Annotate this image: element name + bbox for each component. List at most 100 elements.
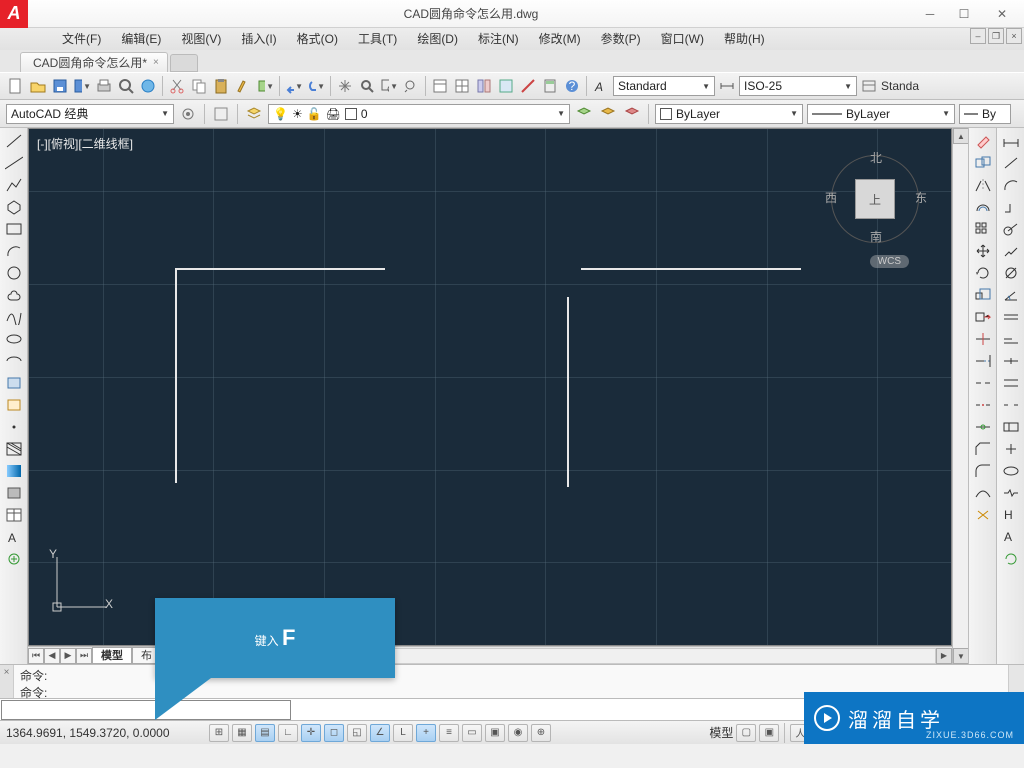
workspace-gear-icon[interactable] [178,104,198,124]
paste-icon[interactable] [211,76,231,96]
lineweight-combo[interactable]: By [959,104,1011,124]
doc-minimize[interactable]: – [970,28,986,44]
menu-file[interactable]: 文件(F) [52,28,111,50]
doc-close[interactable]: × [1006,28,1022,44]
3dosnap-icon[interactable]: ◱ [347,724,367,742]
tolerance-icon[interactable] [1000,418,1022,436]
array-icon[interactable] [972,220,994,238]
blend-icon[interactable] [972,484,994,502]
dim-tedit-icon[interactable]: A [1000,528,1022,546]
rectangle-icon[interactable] [3,220,25,238]
layout-next-icon[interactable]: ▶ [60,648,76,664]
zoom-window-icon[interactable]: ▼ [379,76,399,96]
layout-prev-icon[interactable]: ◀ [44,648,60,664]
layer-iso-icon[interactable] [622,104,642,124]
menu-window[interactable]: 窗口(W) [651,28,714,50]
polygon-icon[interactable] [3,198,25,216]
trim-icon[interactable] [972,330,994,348]
dim-style-icon[interactable] [717,76,737,96]
ducs-icon[interactable]: L [393,724,413,742]
coordinates[interactable]: 1364.9691, 1549.3720, 0.0000 [6,726,206,740]
add-selected-icon[interactable] [3,550,25,568]
lwt-icon[interactable]: ≡ [439,724,459,742]
zoom-prev-icon[interactable] [401,76,421,96]
dyn-icon[interactable]: + [416,724,436,742]
calculator-icon[interactable] [540,76,560,96]
document-tab-close[interactable]: × [153,57,159,68]
viewcube-top[interactable]: 上 [855,179,895,219]
qp-icon[interactable]: ▣ [485,724,505,742]
insert-block-icon[interactable] [3,374,25,392]
copy-icon[interactable] [189,76,209,96]
explode-icon[interactable] [972,506,994,524]
otrack-icon[interactable]: ∠ [370,724,390,742]
menu-edit[interactable]: 编辑(E) [111,28,171,50]
mtext-icon[interactable]: A [3,528,25,546]
viewcube-east[interactable]: 东 [915,189,927,206]
menu-param[interactable]: 参数(P) [591,28,651,50]
hatch-icon[interactable] [3,440,25,458]
dim-linear-icon[interactable] [1000,132,1022,150]
center-mark-icon[interactable] [1000,440,1022,458]
jogged-linear-icon[interactable] [1000,484,1022,502]
extend-icon[interactable] [972,352,994,370]
viewcube-north[interactable]: 北 [831,149,921,166]
menu-modify[interactable]: 修改(M) [529,28,591,50]
design-center-icon[interactable] [496,76,516,96]
move-icon[interactable] [972,242,994,260]
infer-icon[interactable]: ⊞ [209,724,229,742]
dim-arc-icon[interactable] [1000,176,1022,194]
layer-combo[interactable]: 💡 ☀ 🔓 🖨 0 ▼ [268,104,570,124]
workspace-save-icon[interactable] [211,104,231,124]
grid-icon[interactable]: ▤ [255,724,275,742]
linetype-combo[interactable]: ByLayer▼ [807,104,955,124]
offset-icon[interactable] [972,198,994,216]
layer-states-icon[interactable] [574,104,594,124]
am-icon[interactable]: ⊕ [531,724,551,742]
dim-ordinate-icon[interactable] [1000,198,1022,216]
command-input[interactable] [1,700,291,720]
open-icon[interactable] [28,76,48,96]
v-scrollbar[interactable]: ▲▼ [952,128,968,664]
spline-icon[interactable] [3,308,25,326]
layout-quick-icon[interactable]: ▢ [736,724,756,742]
tpy-icon[interactable]: ▭ [462,724,482,742]
menu-view[interactable]: 视图(V) [171,28,231,50]
mirror-icon[interactable] [972,176,994,194]
undo-icon[interactable]: ▼ [284,76,304,96]
dim-update-icon[interactable] [1000,550,1022,568]
menu-format[interactable]: 格式(O) [287,28,348,50]
dim-quick-icon[interactable] [1000,308,1022,326]
line-icon[interactable] [3,132,25,150]
publish-icon[interactable] [138,76,158,96]
rotate-icon[interactable] [972,264,994,282]
redo-icon[interactable]: ▼ [306,76,326,96]
command-close-icon[interactable]: × [0,665,14,698]
dim-diameter-icon[interactable] [1000,264,1022,282]
dim-jogged-icon[interactable] [1000,242,1022,260]
color-combo[interactable]: ByLayer▼ [655,104,803,124]
plot-icon[interactable] [94,76,114,96]
workspace-combo[interactable]: AutoCAD 经典▼ [6,104,174,124]
close-button[interactable]: ✕ [982,5,1022,23]
markup-icon[interactable] [518,76,538,96]
save-icon[interactable] [50,76,70,96]
block-icon[interactable]: ▼ [255,76,275,96]
properties-icon[interactable] [430,76,450,96]
tool-palette-icon[interactable] [474,76,494,96]
sc-icon[interactable]: ◉ [508,724,528,742]
help-icon[interactable]: ? [562,76,582,96]
region-icon[interactable] [3,484,25,502]
table-icon[interactable] [3,506,25,524]
osnap-icon[interactable]: ◻ [324,724,344,742]
menu-insert[interactable]: 插入(I) [231,28,286,50]
dim-baseline-icon[interactable] [1000,330,1022,348]
layer-manager-icon[interactable] [244,104,264,124]
view-cube[interactable]: 北 南 西 东 上 [831,149,921,249]
polyline-icon[interactable] [3,176,25,194]
text-style-icon[interactable]: A [591,76,611,96]
copy-obj-icon[interactable] [972,154,994,172]
menu-tools[interactable]: 工具(T) [348,28,407,50]
circle-icon[interactable] [3,264,25,282]
join-icon[interactable] [972,418,994,436]
